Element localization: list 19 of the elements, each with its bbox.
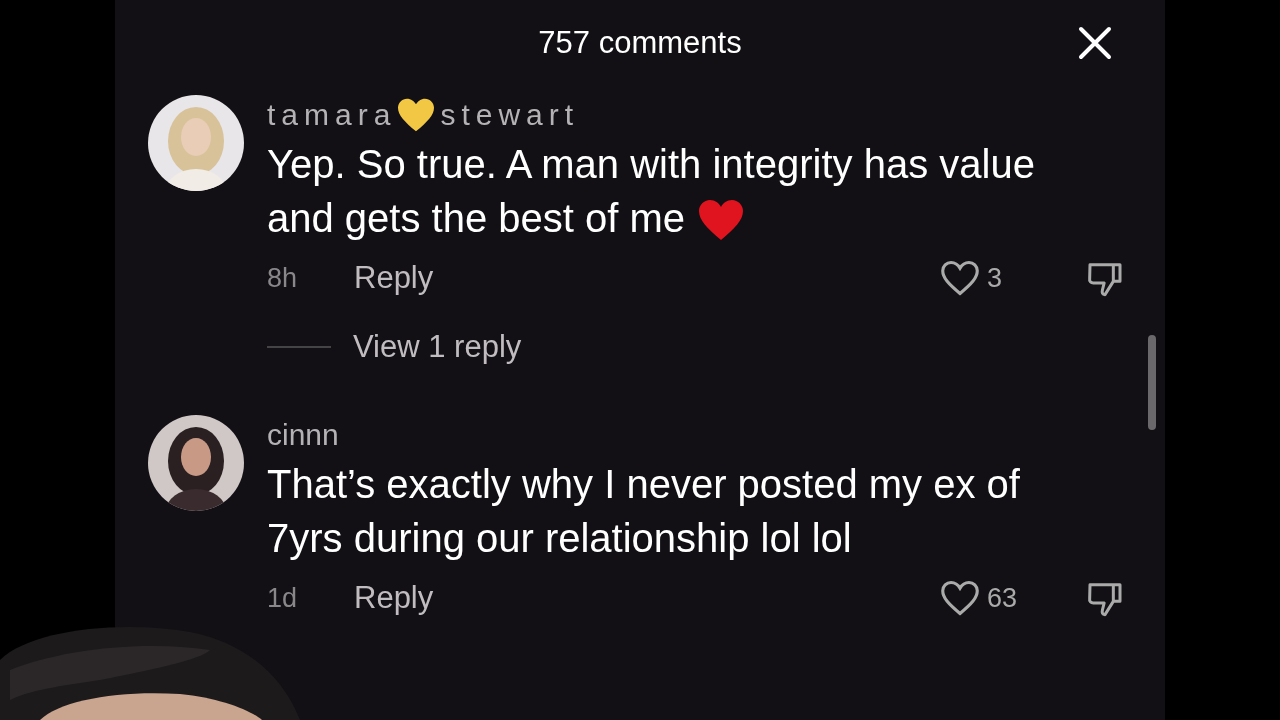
reply-button[interactable]: Reply	[354, 260, 434, 296]
scrollbar[interactable]	[1148, 335, 1156, 430]
reply-button[interactable]: Reply	[354, 580, 434, 616]
heart-icon	[697, 198, 746, 242]
comment-text: Yep. So true. A man with integrity has value and gets the best of me	[267, 141, 1036, 244]
close-icon[interactable]	[1078, 26, 1112, 60]
heart-icon	[396, 97, 437, 133]
comment-text: That’s exactly why I never posted my ex of 7yrs during our relationship lol lol	[267, 461, 1021, 562]
comment-time: 8h	[267, 262, 299, 294]
like-heart-icon[interactable]	[939, 259, 981, 297]
like-count: 3	[987, 262, 1004, 294]
username[interactable]: stewart	[440, 98, 580, 132]
username[interactable]: tamara	[267, 98, 397, 132]
username[interactable]: cinnn	[267, 418, 339, 452]
view-replies-button[interactable]: View 1 reply	[353, 329, 522, 365]
like-count: 63	[987, 582, 1019, 614]
comment-time: 1d	[267, 582, 299, 614]
like-heart-icon[interactable]	[939, 579, 981, 617]
comments-count-title: 757 comments	[538, 24, 742, 61]
